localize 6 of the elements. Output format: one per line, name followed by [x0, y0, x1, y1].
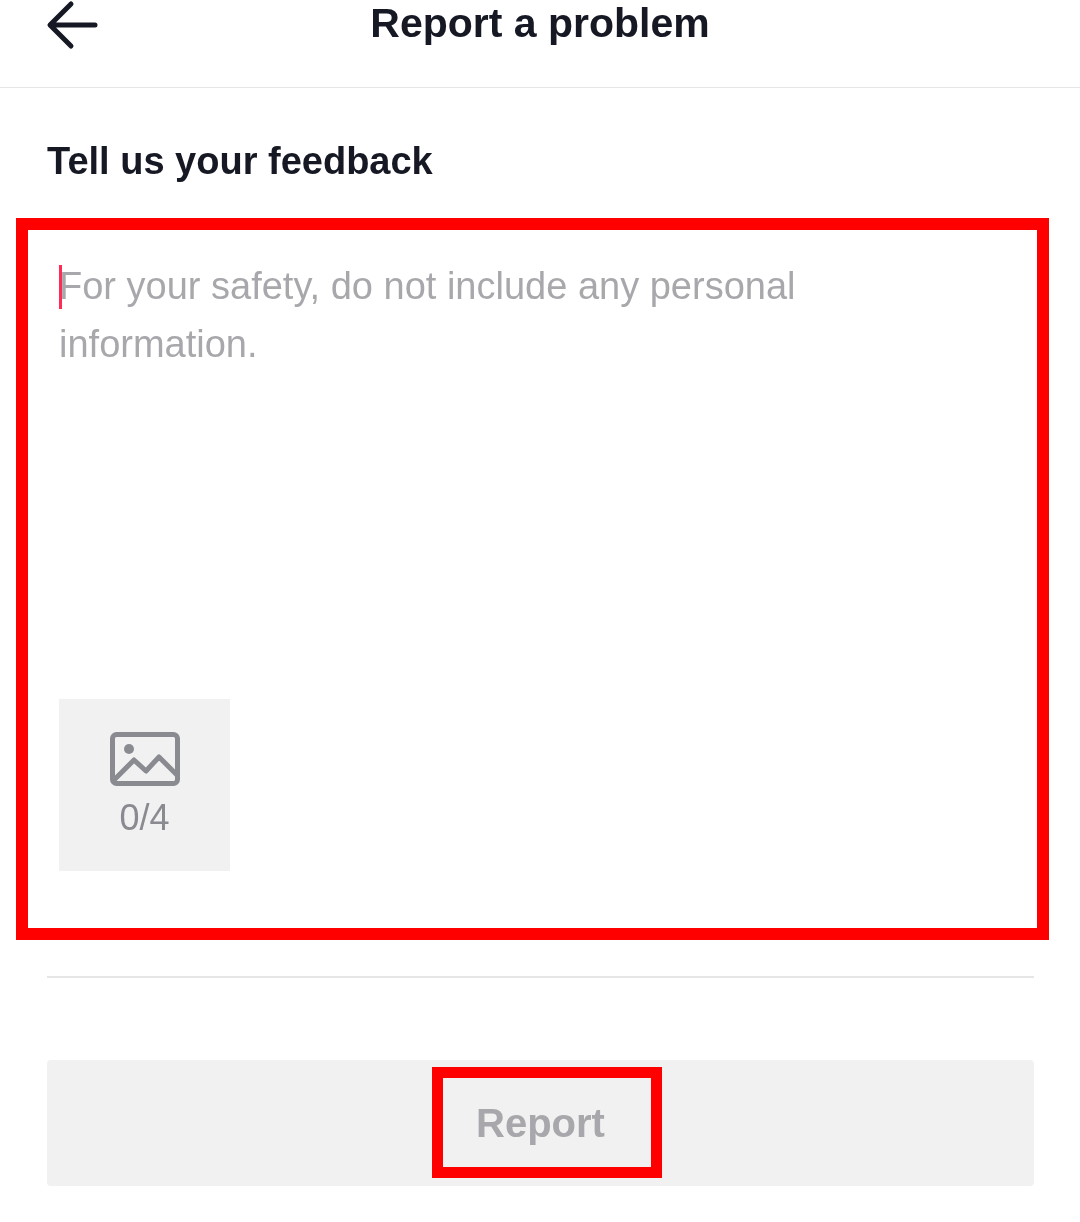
feedback-field[interactable]: For your safety, do not include any personal information. 0/4 — [16, 218, 1049, 940]
image-icon — [109, 732, 180, 786]
page-title: Report a problem — [370, 0, 710, 46]
section-title: Tell us your feedback — [47, 139, 433, 184]
add-image-button[interactable]: 0/4 — [59, 699, 230, 871]
back-icon[interactable] — [45, 0, 99, 50]
